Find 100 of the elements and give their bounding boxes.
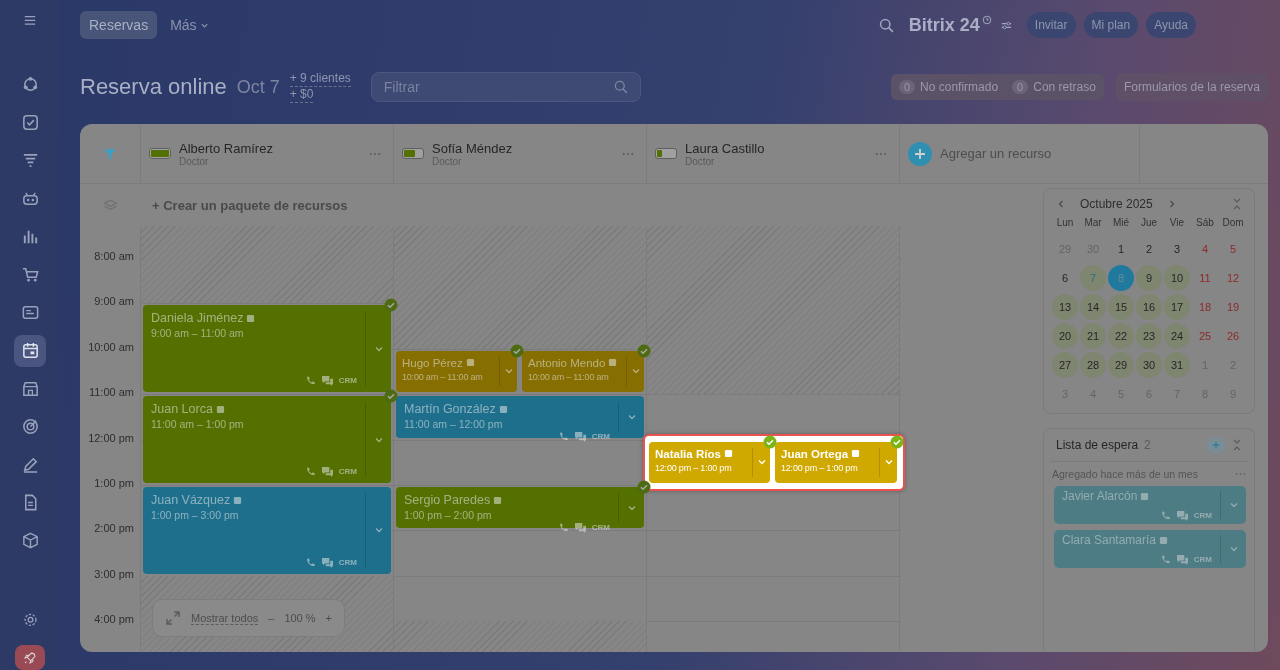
phone-icon[interactable]	[304, 556, 316, 568]
day-cell[interactable]: 3	[1164, 236, 1190, 262]
day-cell[interactable]: 19	[1220, 294, 1246, 320]
booking-card[interactable]: Juan Vázquez 1:00 pm – 3:00 pm CRM	[143, 487, 391, 574]
calendar-menu-item[interactable]	[14, 334, 46, 367]
phone-icon[interactable]	[304, 466, 316, 477]
target-icon	[20, 417, 40, 437]
chat-icon[interactable]	[573, 522, 587, 533]
waitlist-card[interactable]: Clara Santamaría CRM	[1054, 530, 1246, 568]
more-icon[interactable]	[622, 151, 634, 156]
day-cell[interactable]: 15	[1108, 294, 1134, 320]
day-cell[interactable]: 22	[1108, 323, 1134, 349]
day-cell[interactable]: 1	[1108, 236, 1134, 262]
crm-link[interactable]: CRM	[1193, 555, 1212, 564]
weekday-label: Mié	[1111, 217, 1131, 230]
day-cell[interactable]: 11	[1192, 265, 1218, 291]
day-cell[interactable]: 17	[1164, 294, 1190, 320]
collapse-icon[interactable]	[1232, 439, 1242, 451]
stat-link[interactable]: + 9 clientes	[289, 71, 351, 87]
booking-card[interactable]: Juan Lorca 11:00 am – 1:00 pm CRM	[143, 396, 391, 483]
day-cell[interactable]: 14	[1080, 294, 1106, 320]
crm-link[interactable]: CRM	[338, 557, 357, 567]
forms-button[interactable]: Formularios de la reserva	[1115, 73, 1268, 101]
show-all-link[interactable]: Mostrar todos	[191, 611, 259, 625]
day-cell[interactable]: 4	[1192, 236, 1218, 262]
booking-time: 12:00 pm – 1:00 pm	[781, 461, 859, 475]
nav-tab[interactable]: Reservas	[80, 11, 158, 39]
day-cell[interactable]: 16	[1136, 294, 1162, 320]
day-cell[interactable]: 5	[1220, 236, 1246, 262]
resource-name: Sofía Méndez	[432, 140, 514, 156]
chat-icon[interactable]	[320, 375, 334, 387]
day-cell[interactable]: 12	[1220, 265, 1246, 291]
counter-label: No confirmado	[920, 80, 999, 94]
day-cell[interactable]: 7	[1080, 265, 1106, 291]
day-cell[interactable]: 10	[1164, 265, 1190, 291]
chat-icon[interactable]	[1175, 510, 1189, 521]
zoom-value: 100 %	[284, 612, 316, 624]
crm-link[interactable]: CRM	[338, 376, 357, 386]
crm-link[interactable]: CRM	[1193, 511, 1212, 520]
month-title: Octubre 2025	[1080, 197, 1153, 211]
phone-icon[interactable]	[557, 431, 569, 443]
weekday-label: Jue	[1139, 217, 1159, 230]
create-package-link[interactable]: + Crear un paquete de recursos	[152, 197, 348, 213]
weekday-label: Sáb	[1195, 217, 1215, 230]
chat-icon[interactable]	[1175, 554, 1189, 565]
day-cell[interactable]: 13	[1052, 294, 1078, 320]
search-icon	[612, 79, 629, 95]
more-icon[interactable]	[875, 151, 887, 156]
nav-tab[interactable]: Más	[161, 11, 218, 39]
waitlist-card[interactable]: Javier Alarcón CRM	[1054, 486, 1246, 524]
day-cell[interactable]: 27	[1052, 352, 1078, 378]
booking-time: 11:00 am – 1:00 pm	[151, 418, 245, 432]
day-cell[interactable]: 23	[1136, 323, 1162, 349]
phone-icon[interactable]	[1159, 510, 1171, 521]
calendar-icon	[20, 341, 40, 361]
hour-label: 9:00 am	[94, 295, 134, 308]
booking-card[interactable]: Daniela Jiménez 9:00 am – 11:00 am CRM	[143, 305, 391, 393]
header-button[interactable]: Invitar	[1026, 12, 1076, 38]
day-cell[interactable]: 2	[1136, 236, 1162, 262]
booking-card[interactable]: Natalia Ríos 12:00 pm – 1:00 pm	[649, 441, 770, 483]
expand-icon[interactable]	[165, 610, 181, 626]
zoom-out-button[interactable]: –	[268, 612, 275, 624]
day-cell[interactable]: 29	[1108, 352, 1134, 378]
booking-card[interactable]: Hugo Pérez 10:00 am – 11:00 am	[396, 350, 517, 393]
header-button[interactable]: Ayuda	[1146, 12, 1196, 38]
day-cell[interactable]: 24	[1164, 323, 1190, 349]
day-cell[interactable]: 21	[1080, 323, 1106, 349]
zoom-in-button[interactable]: +	[325, 612, 332, 624]
phone-icon[interactable]	[304, 375, 316, 387]
hour-label: 3:00 pm	[94, 567, 134, 580]
day-cell[interactable]: 9	[1136, 265, 1162, 291]
day-cell[interactable]: 30	[1136, 352, 1162, 378]
day-cell[interactable]: 25	[1192, 323, 1218, 349]
add-resource-button[interactable]: Agregar un recurso	[899, 124, 1139, 183]
more-icon[interactable]	[369, 151, 381, 156]
stat-link[interactable]: + $0	[289, 87, 314, 103]
day-cell[interactable]: 31	[1164, 352, 1190, 378]
day-cell[interactable]: 28	[1080, 352, 1106, 378]
search-icon[interactable]	[877, 16, 895, 34]
layers-icon[interactable]	[102, 197, 118, 213]
phone-icon[interactable]	[557, 522, 569, 533]
filter-field[interactable]: Filtrar	[370, 72, 641, 102]
day-cell[interactable]: 26	[1220, 323, 1246, 349]
header-button[interactable]: Mi plan	[1083, 12, 1139, 38]
chat-icon[interactable]	[320, 556, 334, 568]
chevron-left-icon[interactable]	[1056, 199, 1066, 209]
chat-icon[interactable]	[320, 466, 334, 477]
hour-label: 11:00 am	[88, 386, 134, 399]
day-cell[interactable]: 18	[1192, 294, 1218, 320]
day-cell[interactable]: 6	[1052, 265, 1078, 291]
booking-card[interactable]: Antonio Mendo 10:00 am – 11:00 am	[522, 350, 644, 393]
collapse-icon[interactable]	[1232, 198, 1242, 210]
phone-icon[interactable]	[1159, 554, 1171, 565]
hour-label: 12:00 pm	[88, 431, 134, 444]
day-cell[interactable]: 20	[1052, 323, 1078, 349]
chat-icon[interactable]	[573, 431, 587, 443]
booking-card[interactable]: Juan Ortega 12:00 pm – 1:00 pm	[775, 441, 897, 483]
rocket-button[interactable]	[15, 645, 45, 670]
crm-link[interactable]: CRM	[338, 467, 357, 476]
day-cell[interactable]: 8	[1108, 265, 1134, 291]
